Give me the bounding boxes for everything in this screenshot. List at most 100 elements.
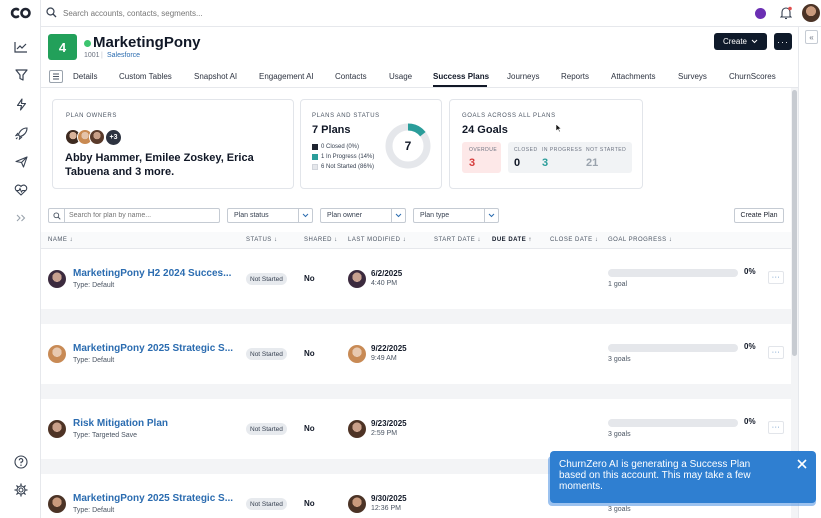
plan-type: Type: Default (73, 357, 115, 364)
column-header-last-modified[interactable]: LAST MODIFIED ↓ (348, 237, 406, 243)
plan-status-select[interactable]: Plan status (227, 208, 313, 223)
status-badge: Not Started (246, 423, 287, 435)
shared-value: No (304, 499, 315, 508)
tab-success-plans[interactable]: Success Plans (433, 72, 489, 81)
tab-attachments[interactable]: Attachments (611, 72, 655, 81)
legend-swatch-closed (312, 144, 318, 150)
legend-closed: 0 Closed (0%) (312, 142, 374, 152)
lightning-icon[interactable] (13, 96, 29, 112)
plan-type: Type: Default (73, 507, 115, 514)
more-owners-badge[interactable]: +3 (105, 129, 122, 146)
account-source-link[interactable]: Salesforce (107, 52, 140, 59)
column-header-due-date[interactable]: DUE DATE ↑ (492, 237, 532, 243)
tab-details[interactable]: Details (73, 72, 97, 81)
owner-avatar (48, 345, 66, 363)
column-header-name[interactable]: NAME ↓ (48, 237, 73, 243)
plan-name-link[interactable]: Risk Mitigation Plan (73, 418, 168, 429)
overdue-goals-box[interactable]: OVERDUE 3 (462, 142, 501, 173)
tab-reports[interactable]: Reports (561, 72, 589, 81)
close-icon[interactable] (796, 458, 808, 470)
ai-assistant-icon[interactable] (755, 8, 766, 19)
notification-bell-icon[interactable] (779, 6, 793, 22)
legend-in-progress: 1 In Progress (14%) (312, 152, 374, 162)
active-tab-indicator (433, 85, 487, 87)
plan-type: Type: Default (73, 282, 115, 289)
filter-icon[interactable] (13, 67, 29, 83)
tab-contacts[interactable]: Contacts (335, 72, 367, 81)
chevron-down-icon (391, 209, 405, 222)
send-icon[interactable] (13, 154, 29, 170)
plan-search-field[interactable] (48, 208, 220, 223)
create-button[interactable]: Create (714, 33, 767, 50)
goals-title: GOALS ACROSS ALL PLANS (462, 113, 556, 119)
settings-gear-icon[interactable] (13, 482, 29, 498)
tabs-menu-icon[interactable] (49, 70, 63, 83)
left-nav-rail (0, 0, 41, 518)
heartbeat-icon[interactable] (13, 182, 29, 198)
table-row[interactable]: MarketingPony 2025 Strategic S... Type: … (41, 324, 791, 384)
plan-owner-select[interactable]: Plan owner (320, 208, 406, 223)
plan-owners-title: PLAN OWNERS (66, 113, 117, 119)
plan-owners-card: PLAN OWNERS +3 Abby Hammer, Emilee Zoske… (52, 99, 294, 189)
plan-search-input[interactable] (69, 210, 214, 221)
goal-progress-percent: 0% (744, 267, 756, 276)
overdue-value: 3 (469, 157, 476, 169)
tab-usage[interactable]: Usage (389, 72, 412, 81)
row-actions-button[interactable]: ··· (768, 271, 784, 284)
tab-surveys[interactable]: Surveys (678, 72, 707, 81)
expand-panel-button[interactable]: « (805, 30, 818, 44)
column-header-goal-progress[interactable]: GOAL PROGRESS ↓ (608, 237, 672, 243)
mouse-cursor-icon (555, 123, 562, 133)
column-header-shared[interactable]: SHARED ↓ (304, 237, 338, 243)
tab-journeys[interactable]: Journeys (507, 72, 539, 81)
not-started-value: 21 (586, 157, 599, 169)
plans-legend: 0 Closed (0%) 1 In Progress (14%) 6 Not … (312, 142, 374, 172)
column-header-close-date[interactable]: CLOSE DATE ↓ (550, 237, 598, 243)
status-dot (84, 40, 91, 47)
expand-nav-icon[interactable] (13, 210, 29, 226)
owner-avatar (48, 270, 66, 288)
account-id: 1001 (84, 52, 100, 59)
status-badge: Not Started (246, 498, 287, 510)
plan-name-link[interactable]: MarketingPony 2025 Strategic S... (73, 343, 233, 354)
user-avatar[interactable] (802, 4, 820, 22)
column-header-start-date[interactable]: START DATE ↓ (434, 237, 481, 243)
tab-churnscores[interactable]: ChurnScores (729, 72, 776, 81)
rocket-icon[interactable] (13, 125, 29, 141)
global-search-input[interactable] (63, 6, 363, 20)
row-actions-button[interactable]: ··· (768, 421, 784, 434)
tab-snapshot-ai[interactable]: Snapshot AI (194, 72, 237, 81)
tab-engagement-ai[interactable]: Engagement AI (259, 72, 314, 81)
help-icon[interactable] (13, 454, 29, 470)
scrollbar-thumb[interactable] (792, 90, 797, 356)
plan-owners-names: Abby Hammer, Emilee Zoskey, Erica Tabuen… (65, 152, 254, 178)
last-modified-time: 4:40 PM (371, 280, 398, 287)
chevron-down-icon (751, 39, 758, 44)
table-row[interactable]: MarketingPony H2 2024 Succes... Type: De… (41, 249, 791, 309)
plan-type-select[interactable]: Plan type (413, 208, 499, 223)
table-row[interactable]: Risk Mitigation Plan Type: Targeted Save… (41, 399, 791, 459)
analytics-icon[interactable] (13, 39, 29, 55)
column-header-status[interactable]: STATUS ↓ (246, 237, 277, 243)
plans-status-title: PLANS AND STATUS (312, 113, 380, 119)
row-actions-button[interactable]: ··· (768, 346, 784, 359)
tab-custom-tables[interactable]: Custom Tables (119, 72, 172, 81)
donut-total: 7 (404, 139, 412, 153)
create-plan-button[interactable]: Create Plan (734, 208, 784, 223)
separator: | (101, 52, 103, 59)
not-started-label: NOT STARTED (586, 147, 627, 153)
create-button-label: Create (722, 37, 747, 46)
plan-name-link[interactable]: MarketingPony H2 2024 Succes... (73, 268, 231, 279)
avatar[interactable] (89, 129, 105, 145)
account-name: MarketingPony (93, 34, 201, 51)
top-bar (41, 0, 821, 27)
search-icon (46, 7, 57, 20)
more-actions-button[interactable]: ··· (774, 33, 792, 50)
goals-card: GOALS ACROSS ALL PLANS 24 Goals OVERDUE … (449, 99, 643, 189)
goal-count: 3 goals (608, 506, 631, 513)
churnzero-logo[interactable] (9, 6, 33, 20)
owner-avatar (48, 495, 66, 513)
right-side-panel (798, 27, 821, 518)
overdue-label: OVERDUE (469, 147, 498, 153)
plan-name-link[interactable]: MarketingPony 2025 Strategic S... (73, 493, 233, 504)
